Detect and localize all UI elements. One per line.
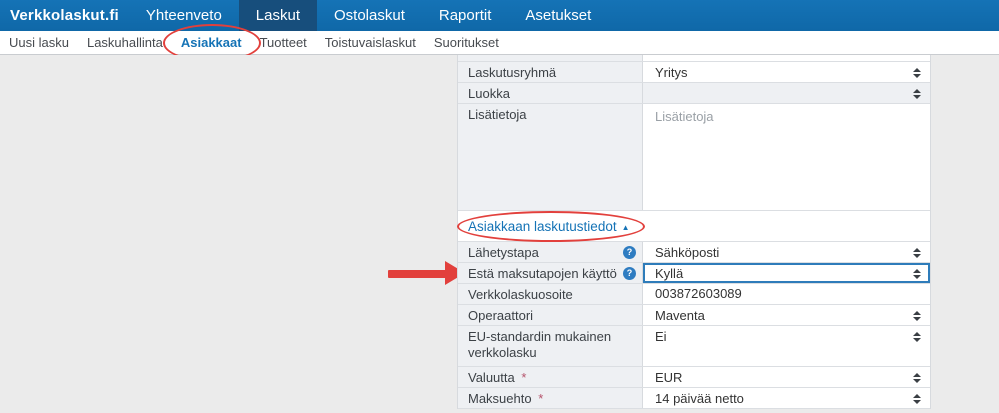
subnav-item-suoritukset[interactable]: Suoritukset <box>425 31 508 54</box>
required-marker: * <box>521 370 527 385</box>
annotation-arrow <box>388 261 465 286</box>
field-label: Lähetystapa ? <box>458 242 643 262</box>
field-label: Operaattori <box>458 305 643 325</box>
row-value-cell: Maventa <box>643 305 930 325</box>
subnav-item-tuotteet[interactable]: Tuotteet <box>251 31 316 54</box>
section-header-row: Asiakkaan laskutustiedot ▲ <box>457 210 930 242</box>
table-row-partial <box>458 55 930 62</box>
topnav-item-laskut[interactable]: Laskut <box>238 0 317 31</box>
row-value-cell: 003872603089 <box>643 284 930 304</box>
required-marker: * <box>538 391 544 406</box>
topnav-item-raportit[interactable]: Raportit <box>422 0 509 31</box>
lisatietoja-textarea[interactable] <box>643 104 930 210</box>
field-label: Lisätietoja <box>458 104 643 210</box>
table-row-lahetystapa: Lähetystapa ? Sähköposti <box>458 242 930 263</box>
row-label-cell <box>458 55 643 61</box>
topnav-item-yhteenveto[interactable]: Yhteenveto <box>129 0 239 31</box>
table-row-esta-maksutapojen-kaytto: Estä maksutapojen käyttö ? Kyllä <box>458 263 930 284</box>
field-label: Laskutusryhmä <box>458 62 643 82</box>
row-value-cell: Ei <box>643 326 930 366</box>
row-value-cell: Sähköposti <box>643 242 930 262</box>
verkkolaskuosoite-value: 003872603089 <box>655 286 742 301</box>
field-label: Estä maksutapojen käyttö ? <box>458 263 643 283</box>
table-row-maksuehto: Maksuehto * 14 päivää netto <box>458 388 930 409</box>
subnav-item-label: Asiakkaat <box>180 35 242 50</box>
subnav-item-asiakkaat[interactable]: Asiakkaat <box>162 24 261 62</box>
topnav-item-asetukset[interactable]: Asetukset <box>508 0 608 31</box>
row-value-cell: Kyllä <box>643 263 930 283</box>
table-row-valuutta: Valuutta * EUR <box>458 367 930 388</box>
esta-maksutapojen-select[interactable]: Kyllä <box>643 263 930 283</box>
table-row-laskutusryhma: Laskutusryhmä Yritys <box>458 62 930 83</box>
section-title: Asiakkaan laskutustiedot <box>468 218 617 234</box>
lahetystapa-select[interactable]: Sähköposti <box>643 242 930 262</box>
maksuehto-select[interactable]: 14 päivää netto <box>643 388 930 408</box>
row-value-cell: Yritys <box>643 62 930 82</box>
subnav-item-uusi-lasku[interactable]: Uusi lasku <box>0 31 78 54</box>
subnav-item-laskuhallinta[interactable]: Laskuhallinta <box>78 31 172 54</box>
operaattori-select[interactable]: Maventa <box>643 305 930 325</box>
field-label: Valuutta * <box>458 367 643 387</box>
brand-logo[interactable]: Verkkolaskut.fi <box>0 0 129 31</box>
content-area: Laskutusryhmä Yritys Luokka Lisätietoja <box>0 55 999 413</box>
laskutusryhma-select[interactable]: Yritys <box>643 62 930 82</box>
topnav-item-ostolaskut[interactable]: Ostolaskut <box>317 0 422 31</box>
table-row-verkkolaskuosoite: Verkkolaskuosoite 003872603089 <box>458 284 930 305</box>
top-navbar: Verkkolaskut.fi Yhteenveto Laskut Ostola… <box>0 0 999 31</box>
row-value-cell <box>643 104 930 210</box>
sub-navbar: Uusi lasku Laskuhallinta Asiakkaat Tuott… <box>0 24 999 62</box>
field-label: Maksuehto * <box>458 388 643 408</box>
luokka-select[interactable] <box>643 83 930 103</box>
help-icon[interactable]: ? <box>623 267 636 280</box>
field-label-text: Maksuehto <box>468 391 532 406</box>
field-label-text: Estä maksutapojen käyttö <box>468 266 617 281</box>
annotation-arrow-shaft <box>388 270 447 278</box>
collapse-caret-icon: ▲ <box>621 222 630 232</box>
row-value-cell: 14 päivää netto <box>643 388 930 408</box>
field-label: Verkkolaskuosoite <box>458 284 643 304</box>
customer-form-panel: Laskutusryhmä Yritys Luokka Lisätietoja <box>457 55 931 409</box>
row-value-cell <box>643 83 930 103</box>
field-label: Luokka <box>458 83 643 103</box>
eu-standardi-select[interactable]: Ei <box>643 326 930 346</box>
table-row-operaattori: Operaattori Maventa <box>458 305 930 326</box>
table-row-lisatietoja: Lisätietoja <box>458 104 930 211</box>
field-label-text: Valuutta <box>468 370 515 385</box>
field-label: EU-standardin mukainen verkkolasku <box>458 326 643 366</box>
row-value-cell: EUR <box>643 367 930 387</box>
row-value-cell <box>643 55 930 61</box>
field-label-text: Lähetystapa <box>468 245 539 260</box>
help-icon[interactable]: ? <box>623 246 636 259</box>
table-row-eu-standardi: EU-standardin mukainen verkkolasku Ei <box>458 326 930 367</box>
subnav-item-toistuvaislaskut[interactable]: Toistuvaislaskut <box>316 31 425 54</box>
section-toggle-link[interactable]: Asiakkaan laskutustiedot ▲ <box>457 210 645 242</box>
valuutta-select[interactable]: EUR <box>643 367 930 387</box>
table-row-luokka: Luokka <box>458 83 930 104</box>
